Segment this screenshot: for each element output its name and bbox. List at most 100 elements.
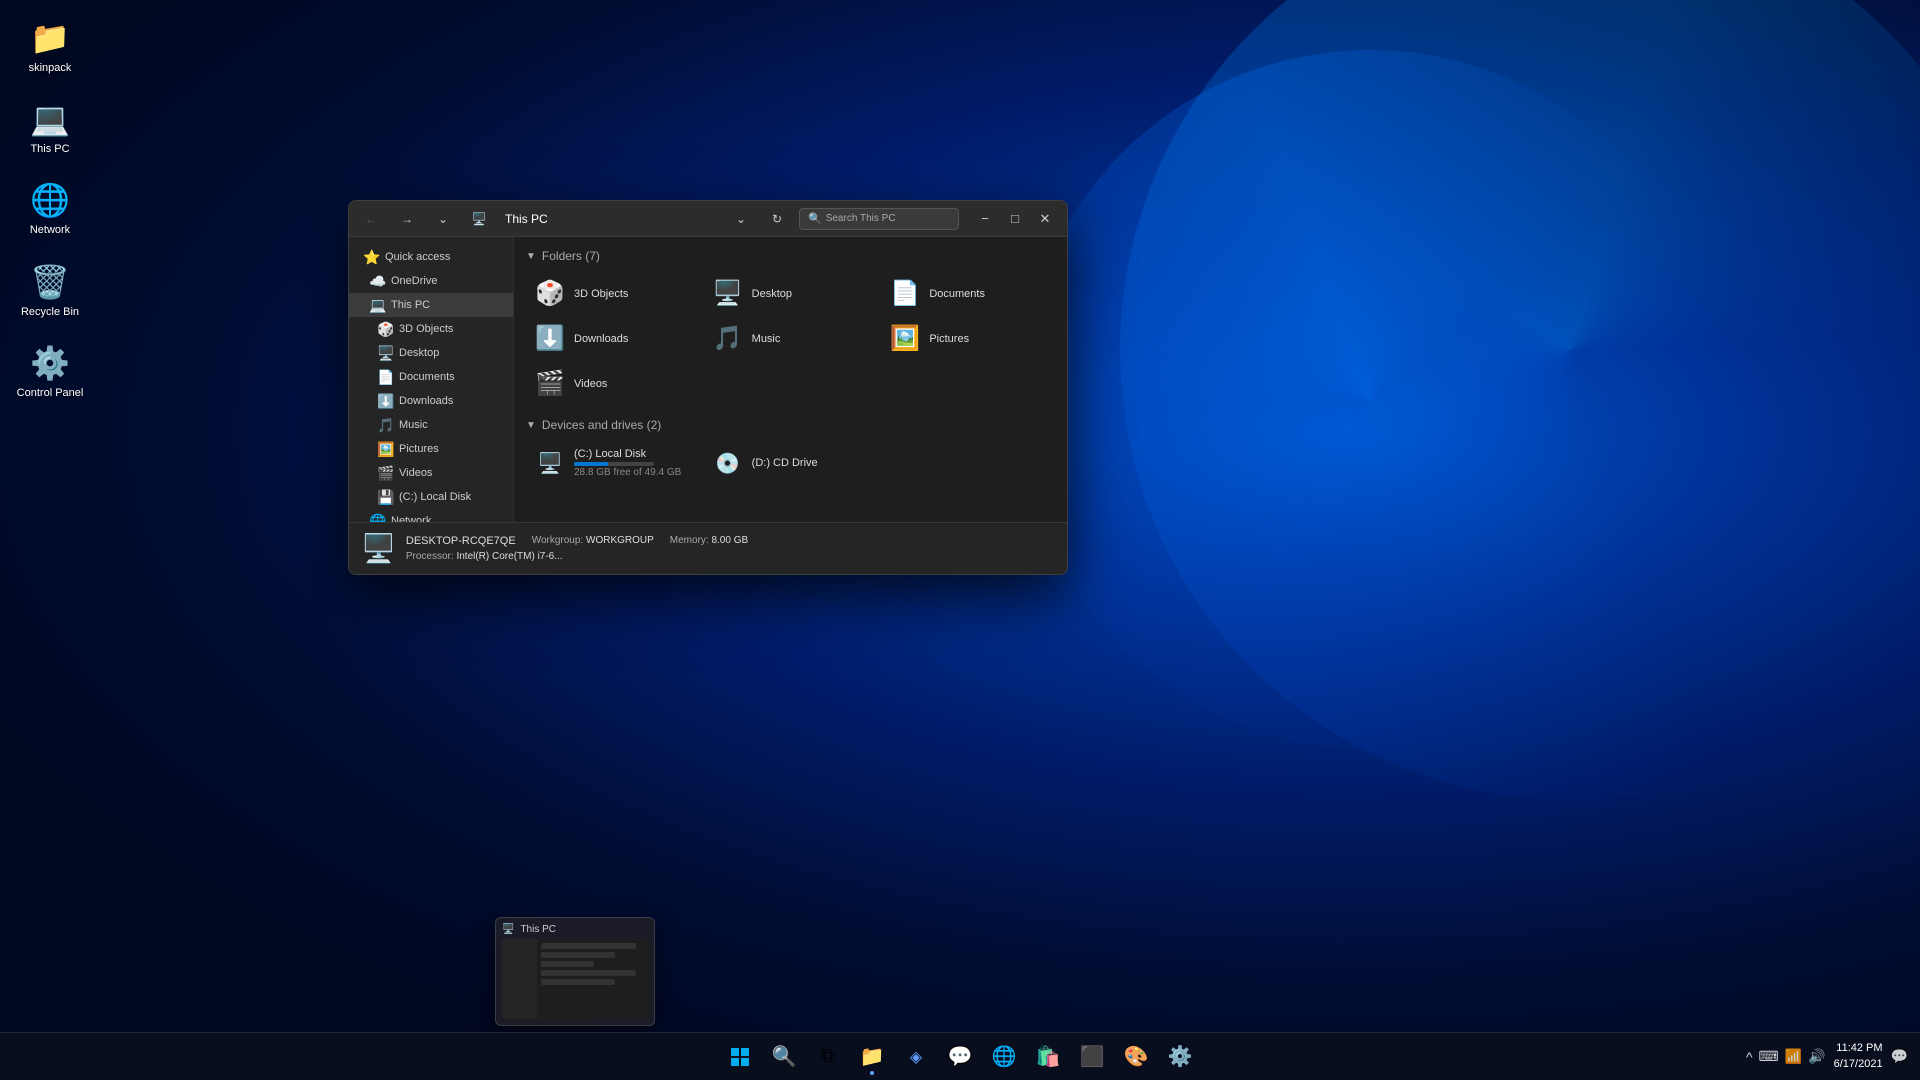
sidebar-item-this-pc[interactable]: 💻 This PC: [349, 293, 513, 317]
background-swirl-2: [1020, 50, 1720, 750]
sidebar-item-videos[interactable]: 🎬 Videos: [349, 461, 513, 485]
taskbar-center: 🔍 ⧉ 📁 ◈ 💬 🌐 🛍️ ⬛ 🎨 ⚙️: [720, 1037, 1200, 1077]
back-button[interactable]: ←: [357, 205, 385, 233]
downloads-sidebar-label: Downloads: [399, 395, 453, 407]
onedrive-label: OneDrive: [391, 275, 437, 287]
dropdown-button[interactable]: ⌄: [429, 205, 457, 233]
desktop-icon-this-pc[interactable]: 💻 This PC: [10, 91, 90, 164]
d-drive-details: (D:) CD Drive: [752, 457, 818, 469]
desktop-icon-network[interactable]: 🌐 Network: [10, 172, 90, 245]
sidebar-item-quick-access[interactable]: ⭐ Quick access: [349, 245, 513, 269]
office-button[interactable]: ⬛: [1072, 1037, 1112, 1077]
edge-button[interactable]: 🌐: [984, 1037, 1024, 1077]
skinpack-label: skinpack: [29, 62, 72, 75]
music-sidebar-label: Music: [399, 419, 428, 431]
d-drive-icon: 💿: [712, 451, 744, 476]
preview-mini-content: [537, 939, 650, 1019]
desktop-folder-label: Desktop: [752, 288, 792, 300]
3d-objects-label: 3D Objects: [399, 323, 453, 335]
preview-thumbnail[interactable]: [502, 939, 650, 1019]
path-dropdown[interactable]: ⌄: [727, 205, 755, 233]
c-drive-space: 28.8 GB free of 49.4 GB: [574, 467, 681, 478]
documents-folder-label: Documents: [929, 288, 985, 300]
content-area: ⭐ Quick access ☁️ OneDrive 💻 This PC 🎲 3…: [349, 237, 1067, 522]
network-tray-icon[interactable]: 📶: [1785, 1048, 1802, 1065]
sidebar-item-onedrive[interactable]: ☁️ OneDrive: [349, 269, 513, 293]
search-placeholder: Search This PC: [826, 213, 896, 224]
network-sidebar-label: Network: [391, 515, 431, 522]
store-button[interactable]: 🛍️: [1028, 1037, 1068, 1077]
this-pc-sidebar-icon: 💻: [369, 297, 385, 314]
folder-documents[interactable]: 📄 Documents: [881, 273, 1055, 314]
taskbar-clock[interactable]: 11:42 PM 6/17/2021: [1834, 1041, 1883, 1072]
address-bar-icon: 🖥️: [465, 205, 493, 233]
desktop-icon-control-panel[interactable]: ⚙️ Control Panel: [10, 335, 90, 408]
tray-chevron[interactable]: ^: [1746, 1049, 1753, 1065]
desktop-icon-recycle-bin[interactable]: 🗑️ Recycle Bin: [10, 254, 90, 327]
start-button[interactable]: [720, 1037, 760, 1077]
settings-taskbar-button[interactable]: ⚙️: [1160, 1037, 1200, 1077]
drive-c[interactable]: 🖥️ (C:) Local Disk 28.8 GB free of 49.4 …: [526, 442, 700, 484]
onedrive-icon: ☁️: [369, 273, 385, 290]
sidebar-item-downloads[interactable]: ⬇️ Downloads: [349, 389, 513, 413]
sidebar-item-local-disk[interactable]: 💾 (C:) Local Disk: [349, 485, 513, 509]
music-folder-icon: 🎵: [712, 324, 744, 353]
sidebar-item-music[interactable]: 🎵 Music: [349, 413, 513, 437]
maximize-button[interactable]: □: [1001, 205, 1029, 233]
3d-objects-folder-icon: 🎲: [534, 279, 566, 308]
drive-d[interactable]: 💿 (D:) CD Drive: [704, 442, 878, 484]
desktop-sidebar-icon: 🖥️: [377, 345, 393, 362]
close-button[interactable]: ✕: [1031, 205, 1059, 233]
refresh-button[interactable]: ↻: [763, 205, 791, 233]
sidebar-item-pictures[interactable]: 🖼️ Pictures: [349, 437, 513, 461]
folder-videos[interactable]: 🎬 Videos: [526, 363, 700, 404]
sidebar-item-3d-objects[interactable]: 🎲 3D Objects: [349, 317, 513, 341]
search-icon: 🔍: [808, 212, 822, 225]
task-view-button[interactable]: ⧉: [808, 1037, 848, 1077]
videos-folder-label: Videos: [574, 378, 607, 390]
paint-button[interactable]: 🎨: [1116, 1037, 1156, 1077]
videos-sidebar-icon: 🎬: [377, 465, 393, 482]
drives-section-header[interactable]: ▼ Devices and drives (2): [526, 418, 1055, 432]
notification-button[interactable]: 💬: [1891, 1048, 1908, 1065]
sound-icon[interactable]: 🔊: [1808, 1048, 1825, 1065]
pc-name: DESKTOP-RCQE7QE: [406, 535, 516, 547]
sidebar-item-network[interactable]: 🌐 Network: [349, 509, 513, 522]
c-drive-name: (C:) Local Disk: [574, 448, 681, 460]
forward-button[interactable]: →: [393, 205, 421, 233]
search-box[interactable]: 🔍 Search This PC: [799, 208, 959, 230]
folders-section-label: Folders (7): [542, 249, 600, 263]
widget-button[interactable]: ◈: [896, 1037, 936, 1077]
d-drive-name: (D:) CD Drive: [752, 457, 818, 469]
folder-pictures[interactable]: 🖼️ Pictures: [881, 318, 1055, 359]
folder-music[interactable]: 🎵 Music: [704, 318, 878, 359]
network-sidebar-icon: 🌐: [369, 513, 385, 523]
folder-downloads[interactable]: ⬇️ Downloads: [526, 318, 700, 359]
desktop-sidebar-label: Desktop: [399, 347, 439, 359]
file-explorer-taskbar-button[interactable]: 📁: [852, 1037, 892, 1077]
star-icon: ⭐: [363, 249, 379, 266]
preview-mini-sidebar: [502, 939, 537, 1019]
search-taskbar-button[interactable]: 🔍: [764, 1037, 804, 1077]
chat-button[interactable]: 💬: [940, 1037, 980, 1077]
documents-folder-icon: 📄: [889, 279, 921, 308]
drives-section-label: Devices and drives (2): [542, 418, 661, 432]
desktop-icon-skinpack[interactable]: 📁 skinpack: [10, 10, 90, 83]
control-panel-icon: ⚙️: [30, 343, 70, 383]
processor-info: Processor: Intel(R) Core(TM) i7-6...: [406, 549, 563, 565]
folders-arrow-icon: ▼: [526, 251, 536, 262]
sidebar-item-documents[interactable]: 📄 Documents: [349, 365, 513, 389]
videos-folder-icon: 🎬: [534, 369, 566, 398]
keyboard-icon[interactable]: ⌨: [1759, 1048, 1779, 1065]
workgroup-info: Workgroup: WORKGROUP: [532, 533, 654, 549]
desktop: 📁 skinpack 💻 This PC 🌐 Network 🗑️ Recycl…: [0, 0, 1920, 1080]
folder-desktop[interactable]: 🖥️ Desktop: [704, 273, 878, 314]
folder-3d-objects[interactable]: 🎲 3D Objects: [526, 273, 700, 314]
preview-title: This PC: [520, 924, 556, 935]
preview-mini-explorer: [502, 939, 650, 1019]
folders-section-header[interactable]: ▼ Folders (7): [526, 249, 1055, 263]
drives-arrow-icon: ▼: [526, 420, 536, 431]
minimize-button[interactable]: −: [971, 205, 999, 233]
taskbar: 🔍 ⧉ 📁 ◈ 💬 🌐 🛍️ ⬛ 🎨 ⚙️ ^ ⌨ 📶 🔊 11:42 PM 6…: [0, 1032, 1920, 1080]
sidebar-item-desktop[interactable]: 🖥️ Desktop: [349, 341, 513, 365]
